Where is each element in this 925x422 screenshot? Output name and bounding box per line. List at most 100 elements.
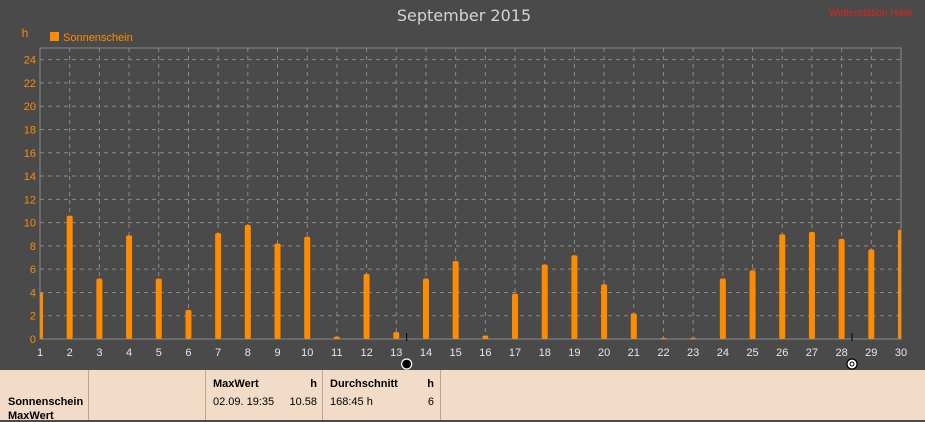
bar xyxy=(215,233,222,339)
grid-lines xyxy=(40,48,901,339)
x-tick-label: 5 xyxy=(156,347,162,359)
x-tick-label: 29 xyxy=(865,347,877,359)
x-tick-label: 27 xyxy=(806,347,818,359)
x-tick-label: 22 xyxy=(657,347,669,359)
y-tick-label: 14 xyxy=(24,171,36,183)
plot-frame xyxy=(39,47,902,340)
y-tick-label: 22 xyxy=(24,78,36,90)
y-tick-label: 8 xyxy=(30,241,36,253)
bar xyxy=(274,243,281,339)
maxwert-datetime: 02.09. 19:35 xyxy=(213,396,275,408)
bar xyxy=(304,236,311,339)
maxwert-unit: h xyxy=(310,378,317,390)
bar-series xyxy=(40,215,901,339)
bar xyxy=(40,292,43,339)
x-tick-label: 18 xyxy=(539,347,551,359)
bar xyxy=(601,284,608,339)
station-watermark: Wetterstation Halle xyxy=(829,8,914,19)
average-total: 168:45 h xyxy=(330,396,373,408)
maxwert-value: 10.58 xyxy=(289,396,317,408)
statistics-panel: Sonnenschein MaxWert MaxWert h 02.09. 19… xyxy=(0,370,925,422)
y-tick-label: 20 xyxy=(24,101,36,113)
bar xyxy=(838,238,845,339)
x-tick-label: 2 xyxy=(67,347,73,359)
bar xyxy=(898,229,901,339)
bar xyxy=(66,215,73,339)
x-tick-label: 6 xyxy=(185,347,191,359)
x-tick-label: 12 xyxy=(360,347,372,359)
bar xyxy=(868,249,875,339)
x-tick-label: 24 xyxy=(717,347,729,359)
x-tick-label: 1 xyxy=(37,347,43,359)
y-axis-ticks: 024681012141618202224 xyxy=(24,55,36,346)
bar xyxy=(719,278,726,339)
x-tick-label: 8 xyxy=(245,347,251,359)
bar xyxy=(749,270,756,339)
x-tick-label: 21 xyxy=(628,347,640,359)
chart-legend: Sonnenschein xyxy=(50,32,133,44)
empty-cell xyxy=(89,370,206,420)
bar xyxy=(630,313,637,339)
y-tick-label: 10 xyxy=(24,218,36,230)
y-axis-label: h xyxy=(22,26,29,40)
average-unit: h xyxy=(427,378,434,390)
x-tick-label: 19 xyxy=(568,347,580,359)
x-tick-label: 3 xyxy=(96,347,102,359)
maxwert-header: MaxWert xyxy=(213,378,259,390)
bar xyxy=(541,264,548,339)
bar xyxy=(512,293,519,339)
y-tick-label: 6 xyxy=(30,264,36,276)
legend-label: Sonnenschein xyxy=(63,32,133,44)
x-tick-label: 20 xyxy=(598,347,610,359)
bar xyxy=(452,261,459,339)
average-cell: Durchschnitt h 168:45 h 6 xyxy=(323,370,441,420)
x-tick-label: 23 xyxy=(687,347,699,359)
x-tick-label: 4 xyxy=(126,347,132,359)
maxwert-cell: MaxWert h 02.09. 19:35 10.58 xyxy=(206,370,323,420)
bar xyxy=(660,337,667,339)
x-tick-label: 17 xyxy=(509,347,521,359)
x-tick-label: 14 xyxy=(420,347,432,359)
y-tick-label: 2 xyxy=(30,311,36,323)
row-label-cell: Sonnenschein MaxWert xyxy=(0,370,89,422)
x-tick-label: 9 xyxy=(274,347,280,359)
x-tick-label: 13 xyxy=(390,347,402,359)
bar xyxy=(422,278,429,339)
x-tick-label: 15 xyxy=(450,347,462,359)
sunshine-chart: September 2015 Wetterstation Halle h Son… xyxy=(22,6,914,370)
bar xyxy=(808,231,815,339)
new-moon-icon xyxy=(401,358,413,370)
bar xyxy=(779,234,786,339)
bar xyxy=(333,336,340,339)
y-tick-label: 16 xyxy=(24,148,36,160)
bar xyxy=(690,337,697,339)
row-label-sunshine: Sonnenschein xyxy=(8,396,84,408)
x-tick-label: 25 xyxy=(746,347,758,359)
bar xyxy=(393,332,400,339)
average-value: 6 xyxy=(427,396,434,408)
bar xyxy=(126,235,133,339)
y-tick-label: 18 xyxy=(24,124,36,136)
y-tick-label: 0 xyxy=(30,334,36,346)
x-tick-label: 30 xyxy=(895,347,907,359)
x-tick-label: 16 xyxy=(479,347,491,359)
bar xyxy=(363,273,370,339)
bar xyxy=(155,278,162,339)
bar xyxy=(571,255,578,339)
y-tick-label: 4 xyxy=(30,287,36,299)
x-tick-label: 7 xyxy=(215,347,221,359)
x-tick-label: 28 xyxy=(835,347,847,359)
bar xyxy=(482,335,489,339)
legend-swatch xyxy=(50,32,59,41)
x-tick-label: 10 xyxy=(301,347,313,359)
x-tick-label: 26 xyxy=(776,347,788,359)
x-tick-label: 11 xyxy=(331,347,342,359)
y-tick-label: 24 xyxy=(24,55,36,67)
y-tick-label: 12 xyxy=(24,194,36,206)
row-label-maxwert: MaxWert xyxy=(8,410,54,422)
x-axis-ticks: 1 2 3 4 5 6 7 8 9 10 11 12 13 14 15 16 17 18 19 20 21 22 23 24 2… xyxy=(37,347,907,359)
bar xyxy=(244,224,251,339)
average-header: Durchschnitt xyxy=(330,378,398,390)
full-moon-icon xyxy=(846,358,858,370)
chart-title: September 2015 xyxy=(397,6,531,25)
